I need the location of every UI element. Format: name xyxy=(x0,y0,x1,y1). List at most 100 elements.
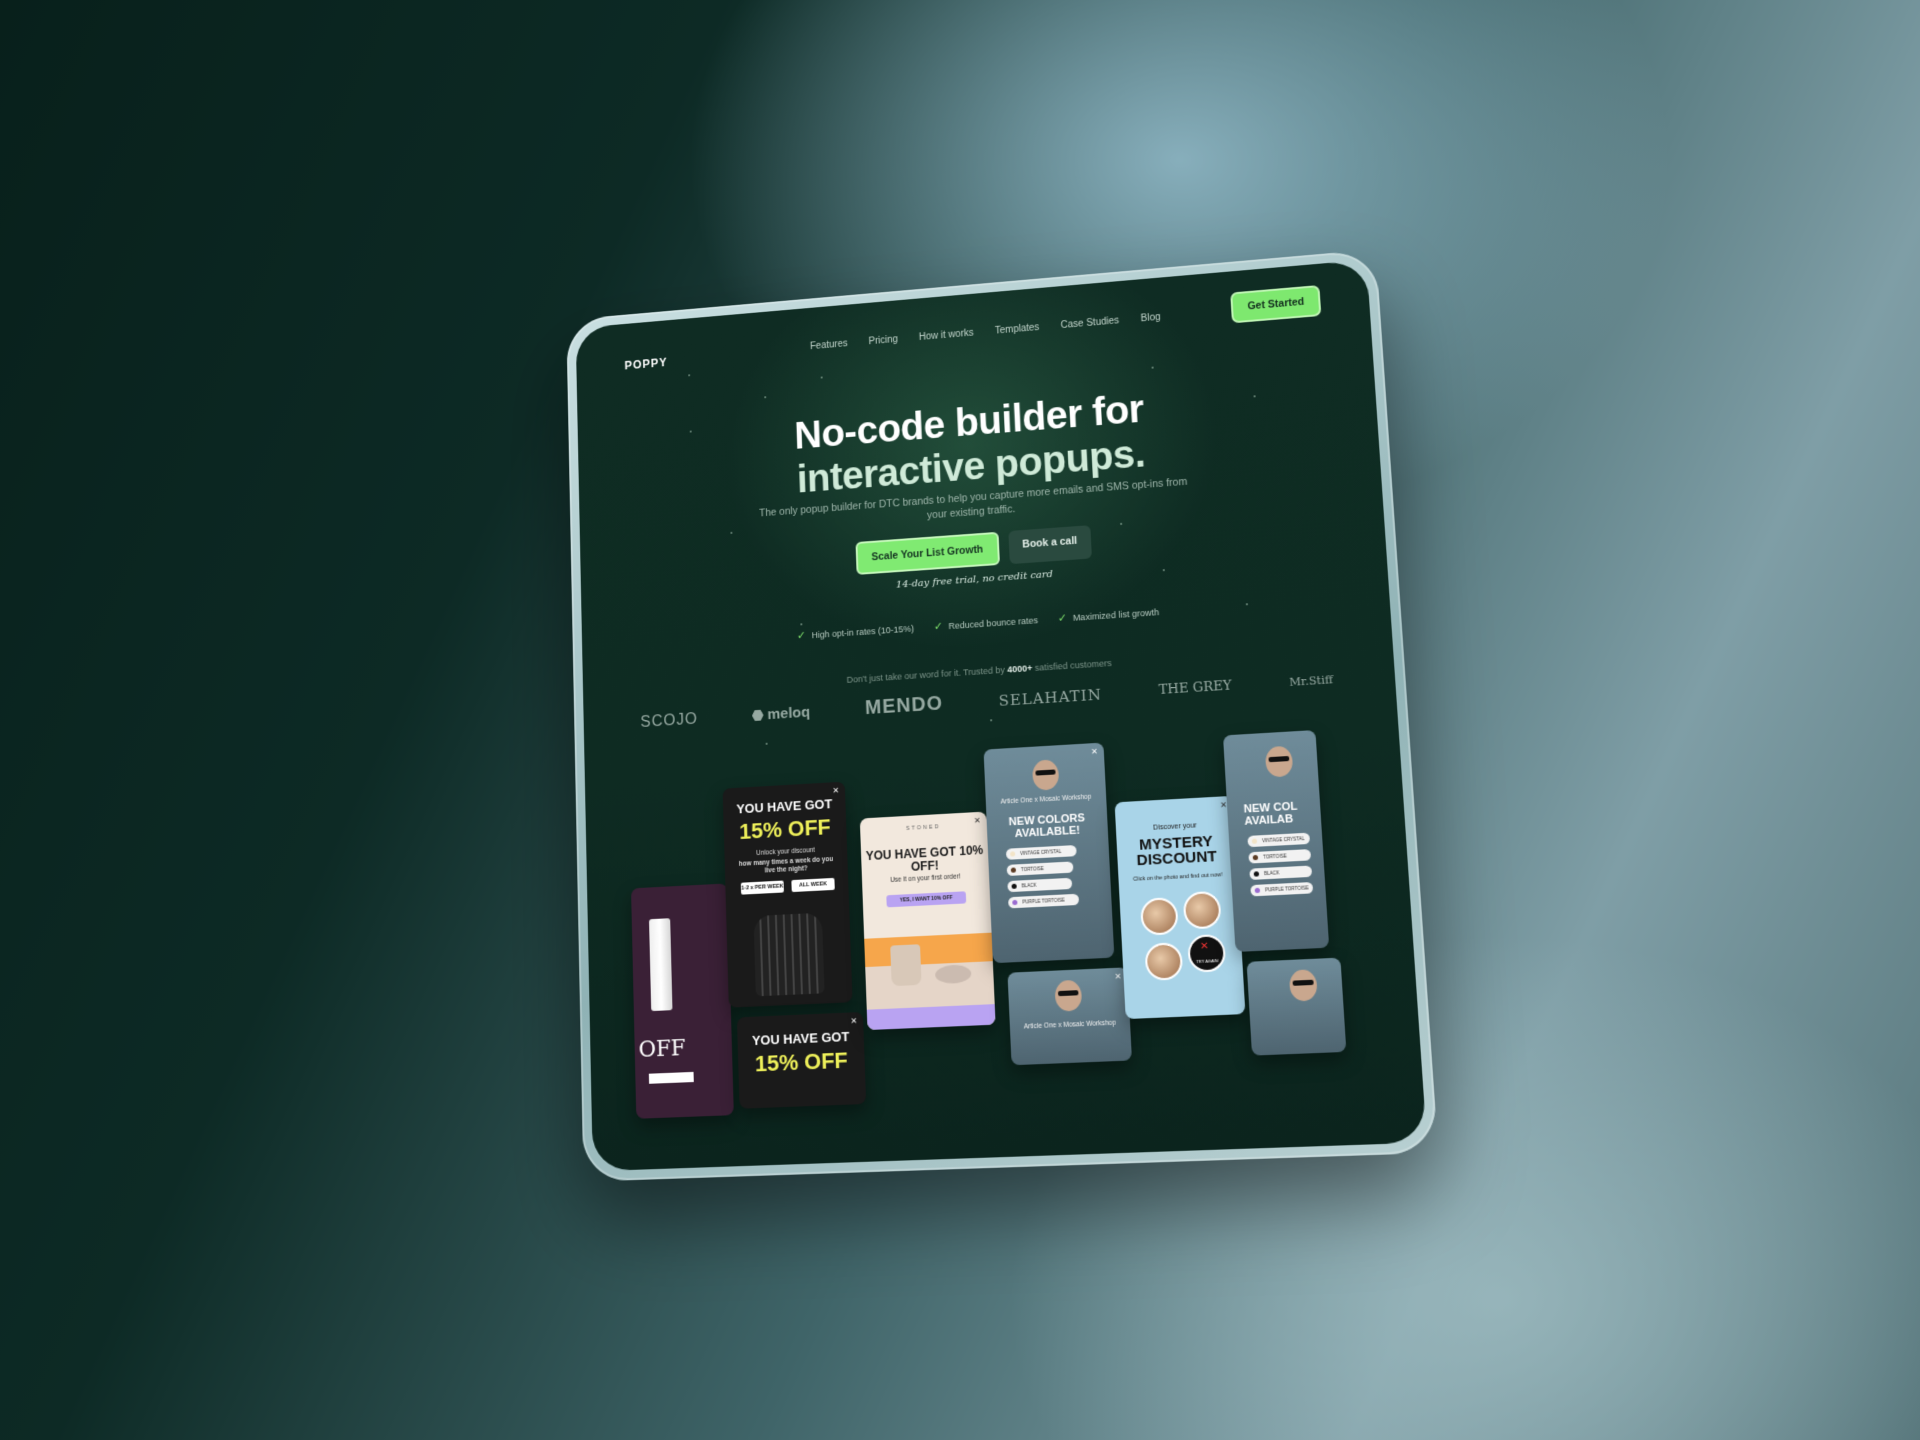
color-option-label: VINTAGE CRYSTAL xyxy=(1262,836,1305,843)
option-button[interactable]: ALL WEEK xyxy=(791,878,834,892)
popup-discount: 15% OFF xyxy=(723,813,846,846)
close-icon[interactable]: ✕ xyxy=(850,1016,857,1025)
popup-title: MYSTERY DISCOUNT xyxy=(1116,833,1236,870)
color-option[interactable]: BLACK xyxy=(1007,878,1072,892)
option-button[interactable]: 1-2 x PER WEEK xyxy=(741,881,784,895)
popup-brand: STONED xyxy=(860,822,987,835)
color-option-label: PURPLE TORTOISE xyxy=(1265,885,1309,892)
brand-logo-mr-stiff: Mr.Stiff xyxy=(1289,673,1333,689)
scale-list-growth-button[interactable]: Scale Your List Growth xyxy=(855,532,999,575)
trust-suffix: satisfied customers xyxy=(1035,658,1112,673)
claim-discount-button[interactable]: YES, I WANT 10% OFF xyxy=(886,891,966,907)
popup-card-stoned[interactable]: ✕ STONED YOU HAVE GOT 10% OFF! Use it on… xyxy=(860,812,996,1031)
benefit-label: Maximized list growth xyxy=(1073,607,1160,623)
background: POPPY Features Pricing How it works Temp… xyxy=(0,0,1920,1440)
popup-instruction: Click on the photo and find out now! xyxy=(1118,871,1237,884)
nav-item-case-studies[interactable]: Case Studies xyxy=(1060,316,1119,331)
nav-item-templates[interactable]: Templates xyxy=(995,322,1040,336)
color-option[interactable]: VINTAGE CRYSTAL xyxy=(1247,833,1310,848)
popup-card-new-colors-2[interactable]: ✕ Article One x Mosaic Workshop xyxy=(1007,967,1132,1065)
swatch-icon xyxy=(1253,855,1258,860)
poppy-logo[interactable]: POPPY xyxy=(624,356,667,373)
mystery-photo[interactable] xyxy=(1144,942,1183,981)
star-dot xyxy=(764,396,766,398)
nav-item-how-it-works[interactable]: How it works xyxy=(919,328,974,343)
checkmark-icon: ✓ xyxy=(797,629,806,642)
product-tube-image xyxy=(649,918,672,1011)
popup-caption: Article One x Mosaic Workshop xyxy=(986,793,1107,808)
star-dot xyxy=(730,532,732,534)
swatch-icon xyxy=(1010,851,1015,856)
nav-item-pricing[interactable]: Pricing xyxy=(868,334,898,347)
brand-logo-selahatin: SELAHATIN xyxy=(998,685,1102,709)
checkmark-icon: ✓ xyxy=(933,620,943,633)
popup-discover: Discover your xyxy=(1116,820,1235,833)
nav-menu: Features Pricing How it works Templates … xyxy=(810,312,1161,352)
swatch-icon xyxy=(1012,900,1017,905)
brand-logo-meloq-text: meloq xyxy=(767,704,810,723)
color-option[interactable]: TORTOISE xyxy=(1007,861,1074,876)
popup-footer-band xyxy=(867,1004,996,1030)
color-option[interactable]: BLACK xyxy=(1249,866,1312,880)
popup-email-input[interactable] xyxy=(649,1072,694,1084)
brand-logo-meloq: meloq xyxy=(752,704,811,724)
mystery-photo[interactable] xyxy=(1183,891,1222,930)
popup-card-mystery-discount[interactable]: ✕ Discover your MYSTERY DISCOUNT Click o… xyxy=(1115,796,1246,1019)
star-dot xyxy=(1152,367,1154,369)
model-photo xyxy=(1032,759,1059,791)
benefit-label: High opt-in rates (10-15%) xyxy=(812,623,915,640)
popup-card-new-colors[interactable]: ✕ Article One x Mosaic Workshop NEW COLO… xyxy=(984,743,1115,964)
nav-item-blog[interactable]: Blog xyxy=(1141,312,1161,324)
color-option[interactable]: TORTOISE xyxy=(1248,849,1311,864)
popup-discount: 15% OFF xyxy=(738,1047,865,1079)
benefit-label: Reduced bounce rates xyxy=(948,615,1038,631)
popup-caption: Article One x Mosaic Workshop xyxy=(1010,1019,1131,1032)
color-option-label: VINTAGE CRYSTAL xyxy=(1020,849,1061,856)
top-nav: POPPY Features Pricing How it works Temp… xyxy=(576,260,1371,393)
checkmark-icon: ✓ xyxy=(1057,611,1067,624)
brand-logo-mendo: MENDO xyxy=(865,693,944,720)
swatch-icon xyxy=(1252,839,1257,844)
swatch-icon xyxy=(1254,871,1259,876)
star-dot xyxy=(766,743,768,745)
swatch-icon xyxy=(1011,867,1016,872)
popup-card-black-2[interactable]: ✕ YOU HAVE GOT 15% OFF xyxy=(737,1012,866,1109)
brand-logo-the-grey: THE GREY xyxy=(1158,678,1232,698)
popup-card-new-colors-3[interactable]: NEW COL AVAILAB VINTAGE CRYSTAL TORTOISE… xyxy=(1223,730,1329,952)
benefit-item: ✓ Reduced bounce rates xyxy=(933,613,1038,633)
close-icon[interactable]: ✕ xyxy=(1114,972,1121,982)
model-photo xyxy=(1265,746,1294,778)
benefit-item: ✓ Maximized list growth xyxy=(1057,605,1159,625)
popup-title: YOU HAVE GOT xyxy=(737,1028,864,1049)
popup-card-new-colors-4[interactable] xyxy=(1247,958,1347,1056)
try-again-photo[interactable] xyxy=(1187,934,1226,973)
close-icon[interactable]: ✕ xyxy=(1091,747,1098,756)
website-screen: POPPY Features Pricing How it works Temp… xyxy=(576,260,1427,1172)
color-option[interactable]: VINTAGE CRYSTAL xyxy=(1006,845,1077,860)
mystery-photo[interactable] xyxy=(1140,897,1179,936)
close-icon[interactable]: ✕ xyxy=(832,786,839,795)
color-option-label: TORTOISE xyxy=(1263,853,1287,859)
popup-card-black[interactable]: ✕ YOU HAVE GOT 15% OFF Unlock your disco… xyxy=(723,782,853,1008)
nav-item-features[interactable]: Features xyxy=(810,339,848,352)
popup-title: YOU HAVE GOT 10% OFF! xyxy=(861,844,989,877)
star-dot xyxy=(990,719,992,721)
book-a-call-button[interactable]: Book a call xyxy=(1008,525,1092,564)
star-dot xyxy=(821,376,823,378)
cup-image xyxy=(890,944,921,986)
color-option[interactable]: PURPLE TORTOISE xyxy=(1008,894,1079,909)
model-photo xyxy=(1054,980,1082,1012)
product-scene-image xyxy=(864,933,995,1010)
swatch-icon xyxy=(1012,884,1017,889)
color-option[interactable]: PURPLE TORTOISE xyxy=(1250,882,1313,896)
popup-title: NEW COL AVAILAB xyxy=(1227,799,1321,829)
customer-count: 4000+ xyxy=(1007,663,1033,674)
brand-logo-scojo: SCOJO xyxy=(640,710,698,731)
popup-showcase: OFF ✕ YOU HAVE GOT 15% OFF Unlock your d… xyxy=(585,725,1427,1171)
try-again-label: TRY AGAIN xyxy=(1188,957,1226,967)
hexagon-icon xyxy=(752,709,764,721)
get-started-button[interactable]: Get Started xyxy=(1231,285,1322,323)
popup-card-purple[interactable]: OFF xyxy=(631,883,734,1118)
swatch-icon xyxy=(1255,888,1260,893)
star-dot xyxy=(800,623,802,625)
